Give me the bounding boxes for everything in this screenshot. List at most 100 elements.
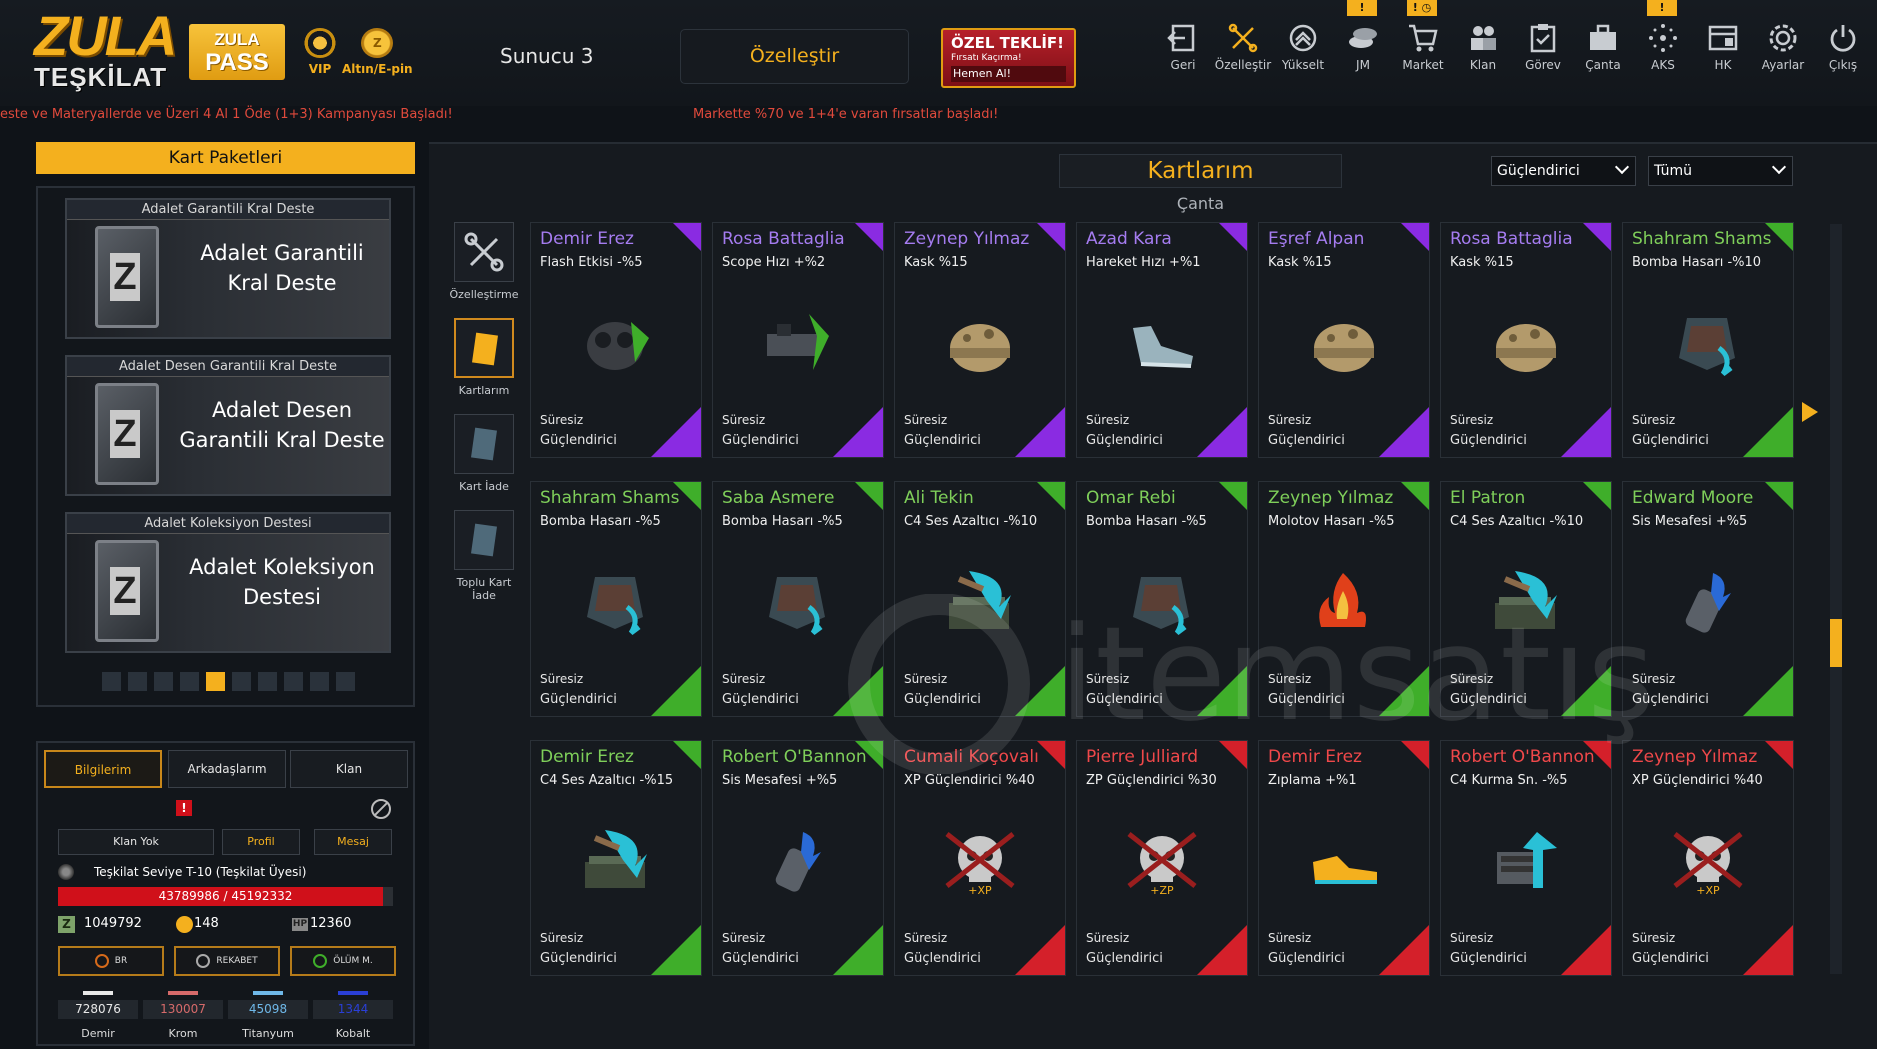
card-type: Güçlendirici — [540, 433, 617, 448]
pagination-dot[interactable] — [102, 672, 121, 691]
nav-gear-button[interactable]: Ayarlar — [1753, 22, 1813, 86]
tab-friends[interactable]: Arkadaşlarım — [168, 750, 286, 788]
card-item[interactable]: Shahram Shams Bomba Hasarı -%10 Süresiz … — [1622, 222, 1794, 458]
pagination-dot[interactable] — [258, 672, 277, 691]
special-offer-button[interactable]: ÖZEL TEKLİF! Fırsatı Kaçırma! Hemen Al! — [941, 28, 1076, 88]
pagination-dot[interactable] — [310, 672, 329, 691]
card-duration: Süresiz — [1268, 413, 1312, 427]
card-item[interactable]: El Patron C4 Ses Azaltıcı -%10 Süresiz G… — [1440, 481, 1612, 717]
card-item[interactable]: Robert O'Bannon C4 Kurma Sn. -%5 Süresiz… — [1440, 740, 1612, 976]
nav-power-button[interactable]: Çıkış — [1813, 22, 1873, 86]
profile-button[interactable]: Profil — [222, 829, 300, 855]
card-duration: Süresiz — [1450, 413, 1494, 427]
nav-coins-button[interactable]: JM! — [1333, 0, 1393, 86]
pagination-dot[interactable] — [336, 672, 355, 691]
card-item[interactable]: Azad Kara Hareket Hızı +%1 Süresiz Güçle… — [1076, 222, 1248, 458]
mode-deathmatch-button[interactable]: ÖLÜM M. — [290, 946, 396, 976]
nav-clan-button[interactable]: Klan — [1453, 22, 1513, 86]
pagination-dot[interactable] — [232, 672, 251, 691]
card-item[interactable]: Edward Moore Sis Mesafesi +%5 Süresiz Gü… — [1622, 481, 1794, 717]
scrollbar-thumb[interactable] — [1830, 619, 1842, 667]
offer-title: ÖZEL TEKLİF! — [951, 34, 1064, 52]
vip-button[interactable]: VIP — [304, 28, 336, 76]
pagination-dot[interactable] — [180, 672, 199, 691]
pagination-dot[interactable] — [128, 672, 147, 691]
rarity-corner-bottom — [833, 407, 883, 457]
nav-tools-button[interactable]: Özelleştir — [1213, 22, 1273, 86]
card-item-icon: +XP — [1673, 832, 1743, 896]
card-pack-item[interactable]: Adalet Koleksiyon Destesi Z Adalet Kolek… — [65, 512, 391, 653]
card-item[interactable]: Ali Tekin C4 Ses Azaltıcı -%10 Süresiz G… — [894, 481, 1066, 717]
pagination-dot[interactable] — [206, 672, 225, 691]
card-item[interactable]: Rosa Battaglia Scope Hızı +%2 Süresiz Gü… — [712, 222, 884, 458]
message-button[interactable]: Mesaj — [314, 829, 392, 855]
mode-competitive-button[interactable]: REKABET — [174, 946, 280, 976]
customize-top-button[interactable]: Özelleştir — [680, 29, 909, 84]
card-item[interactable]: Saba Asmere Bomba Hasarı -%5 Süresiz Güç… — [712, 481, 884, 717]
rarity-corner-top — [1583, 223, 1611, 251]
material-color-bar — [168, 991, 198, 995]
card-pack-header: Adalet Koleksiyon Destesi — [67, 514, 389, 534]
next-page-arrow-icon[interactable] — [1802, 402, 1818, 422]
gold-epin-label: Altın/E-pin — [342, 62, 413, 76]
card-type: Güçlendirici — [1450, 951, 1527, 966]
card-item-icon — [1319, 573, 1366, 627]
block-icon[interactable] — [371, 799, 391, 819]
rarity-corner-bottom — [651, 407, 701, 457]
rarity-corner-top — [1401, 482, 1429, 510]
tool-my-cards-label: Kartlarım — [458, 384, 510, 397]
material-name: Kobalt — [335, 1027, 371, 1040]
cart-icon — [1409, 24, 1438, 52]
card-item[interactable]: Demir Erez Flash Etkisi -%5 Süresiz Güçl… — [530, 222, 702, 458]
nav-bag-button[interactable]: Çanta — [1573, 22, 1633, 86]
nav-upgrade-button[interactable]: Yükselt — [1273, 22, 1333, 86]
card-owner-name: Demir Erez — [1268, 747, 1362, 767]
rarity-corner-top — [673, 223, 701, 251]
card-item[interactable]: Eşref Alpan Kask %15 Süresiz Güçlendiric… — [1258, 222, 1430, 458]
card-item[interactable]: Zeynep Yılmaz Kask %15 Süresiz Güçlendir… — [894, 222, 1066, 458]
clan-status-button[interactable]: Klan Yok — [58, 829, 214, 855]
card-item[interactable]: Cumali Koçovalı XP Güçlendirici %40 +XP … — [894, 740, 1066, 976]
card-item[interactable]: Rosa Battaglia Kask %15 Süresiz Güçlendi… — [1440, 222, 1612, 458]
gold-epin-button[interactable]: Z Altın/E-pin — [342, 28, 413, 76]
card-item[interactable]: Zeynep Yılmaz Molotov Hasarı -%5 Süresiz… — [1258, 481, 1430, 717]
tool-my-cards[interactable]: Kartlarım — [449, 318, 519, 397]
tab-clan[interactable]: Klan — [290, 750, 408, 788]
card-item[interactable]: Omar Rebi Bomba Hasarı -%5 Süresiz Güçle… — [1076, 481, 1248, 717]
category-filter-select[interactable]: Güçlendirici — [1491, 156, 1636, 186]
card-item[interactable]: Zeynep Yılmaz XP Güçlendirici %40 +XP Sü… — [1622, 740, 1794, 976]
tab-info[interactable]: Bilgilerim — [44, 750, 162, 788]
nav-hk-button[interactable]: HK — [1693, 22, 1753, 86]
tool-bulk-card-return[interactable]: Toplu Kart İade — [449, 510, 519, 602]
rarity-corner-top — [1037, 223, 1065, 251]
card-type: Güçlendirici — [1632, 433, 1709, 448]
card-pack-name: Adalet Koleksiyon Destesi — [189, 555, 375, 609]
tool-customize[interactable]: Özelleştirme — [449, 222, 519, 301]
mode-br-button[interactable]: BR — [58, 946, 164, 976]
card-item[interactable]: Demir Erez C4 Ses Azaltıcı -%15 Süresiz … — [530, 740, 702, 976]
rarity-filter-select[interactable]: Tümü — [1648, 156, 1793, 186]
card-item[interactable]: Pierre Julliard ZP Güçlendirici %30 +ZP … — [1076, 740, 1248, 976]
card-pack-item[interactable]: Adalet Desen Garantili Kral Deste Z Adal… — [65, 355, 391, 496]
card-return-icon — [454, 414, 514, 474]
zula-pass-button[interactable]: ZULA PASS — [189, 24, 285, 80]
card-item[interactable]: Robert O'Bannon Sis Mesafesi +%5 Süresiz… — [712, 740, 884, 976]
zula-logo[interactable]: ZULA TEŞKİLAT — [34, 8, 177, 94]
rarity-corner-bottom — [1379, 407, 1429, 457]
scrollbar[interactable] — [1830, 224, 1842, 974]
card-duration: Süresiz — [540, 931, 584, 945]
tool-card-return[interactable]: Kart İade — [449, 414, 519, 493]
card-item[interactable]: Shahram Shams Bomba Hasarı -%5 Süresiz G… — [530, 481, 702, 717]
rarity-corner-bottom — [833, 925, 883, 975]
bulk-return-icon — [454, 510, 514, 570]
pagination-dot[interactable] — [154, 672, 173, 691]
nav-aks-button[interactable]: AKS! — [1633, 0, 1693, 86]
nav-label: Çanta — [1585, 58, 1621, 72]
pagination-dot[interactable] — [284, 672, 303, 691]
nav-back-button[interactable]: Geri — [1153, 22, 1213, 86]
card-pack-item[interactable]: Adalet Garantili Kral Deste Z Adalet Gar… — [65, 198, 391, 339]
card-pack-body: Z Adalet Koleksiyon Destesi — [67, 534, 389, 651]
nav-clipboard-button[interactable]: Görev — [1513, 22, 1573, 86]
card-item[interactable]: Demir Erez Zıplama +%1 Süresiz Güçlendir… — [1258, 740, 1430, 976]
nav-cart-button[interactable]: Market ! ◷ — [1393, 0, 1453, 86]
